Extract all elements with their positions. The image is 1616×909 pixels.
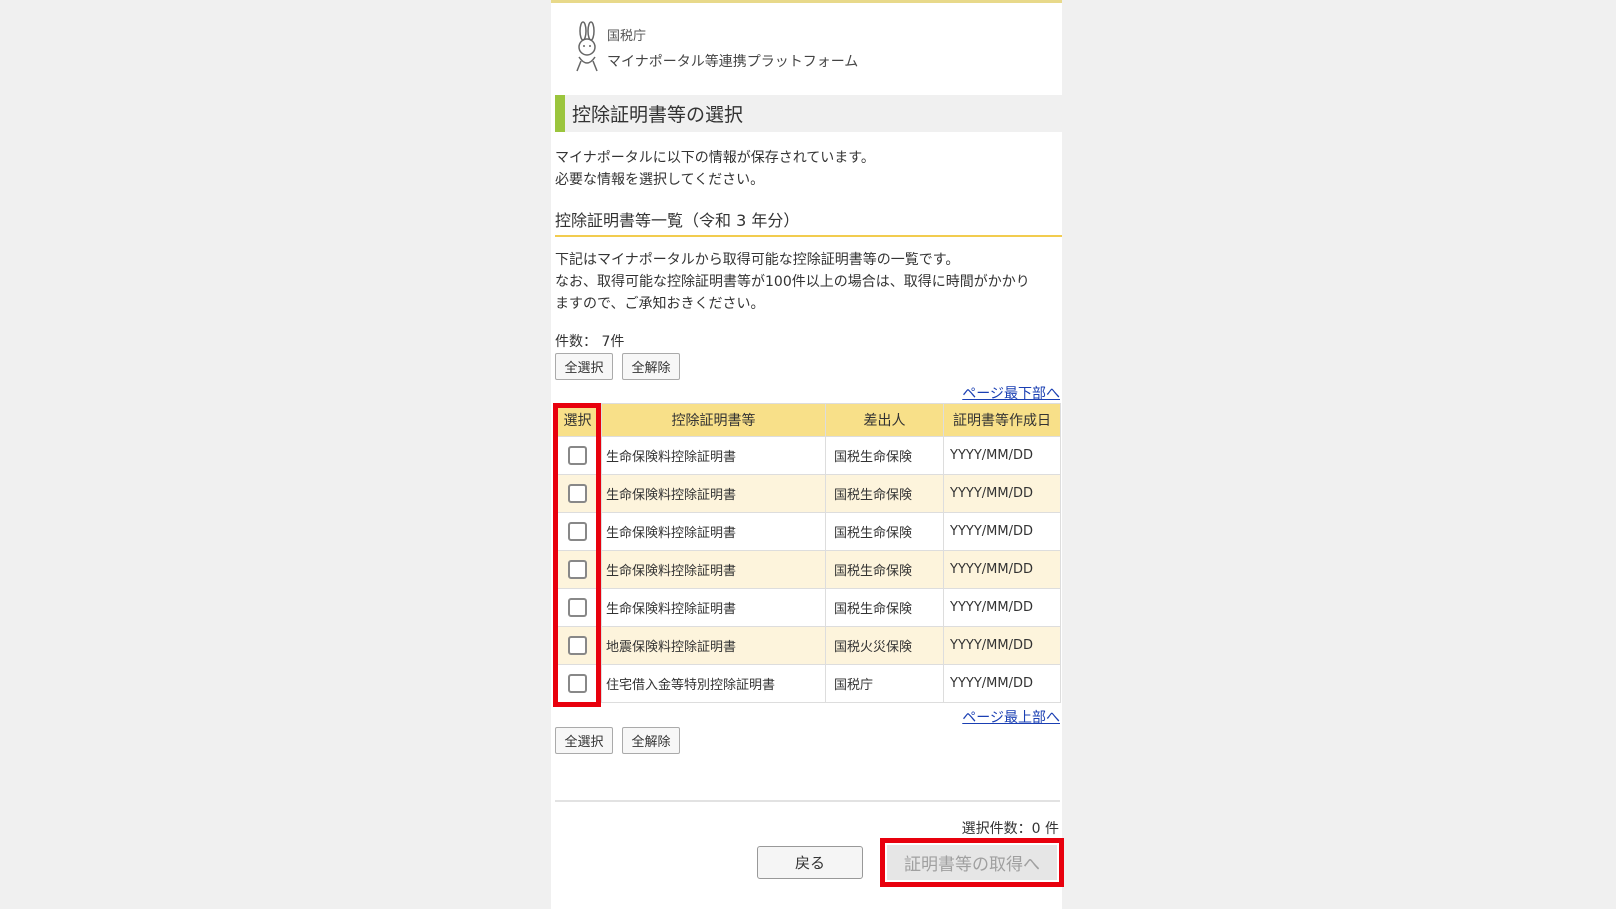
sender-name: 国税庁 — [825, 664, 944, 703]
row-checkbox[interactable] — [568, 674, 587, 693]
created-date: YYYY/MM/DD — [943, 436, 1061, 475]
description-line-2: なお、取得可能な控除証明書等が100件以上の場合は、取得に時間がかかり — [555, 274, 1030, 290]
sender-name: 国税生命保険 — [825, 512, 944, 551]
select-all-button-top[interactable]: 全選択 — [555, 353, 613, 380]
table-row: 生命保険料控除証明書 国税生命保険 YYYY/MM/DD — [553, 588, 1061, 627]
get-certificates-highlight: 証明書等の取得へ — [880, 838, 1064, 887]
title-accent — [555, 95, 565, 132]
document-name: 生命保険料控除証明書 — [601, 550, 826, 589]
list-description: 下記はマイナポータルから取得可能な控除証明書等の一覧です。 なお、取得可能な控除… — [555, 249, 1060, 315]
row-checkbox[interactable] — [568, 560, 587, 579]
created-date: YYYY/MM/DD — [943, 474, 1061, 513]
intro-text: マイナポータルに以下の情報が保存されています。 必要な情報を選択してください。 — [555, 147, 1055, 191]
deselect-all-button-top[interactable]: 全解除 — [622, 353, 680, 380]
footer-divider — [555, 800, 1060, 802]
description-line-3: ますので、ご承知おきください。 — [555, 296, 765, 312]
header-document: 控除証明書等 — [601, 403, 826, 437]
description-line-1: 下記はマイナポータルから取得可能な控除証明書等の一覧です。 — [555, 252, 960, 268]
created-date: YYYY/MM/DD — [943, 664, 1061, 703]
sender-name: 国税生命保険 — [825, 474, 944, 513]
list-heading: 控除証明書等一覧（令和 3 年分） — [555, 207, 1062, 237]
document-name: 地震保険料控除証明書 — [601, 626, 826, 665]
document-name: 生命保険料控除証明書 — [601, 436, 826, 475]
deselect-all-button-bottom[interactable]: 全解除 — [622, 727, 680, 754]
row-checkbox[interactable] — [568, 636, 587, 655]
document-name: 生命保険料控除証明書 — [601, 588, 826, 627]
header-sender: 差出人 — [825, 403, 944, 437]
created-date: YYYY/MM/DD — [943, 550, 1061, 589]
rabbit-mascot-icon — [576, 21, 598, 72]
row-checkbox[interactable] — [568, 446, 587, 465]
intro-line-1: マイナポータルに以下の情報が保存されています。 — [555, 150, 875, 166]
created-date: YYYY/MM/DD — [943, 588, 1061, 627]
selected-count: 選択件数：0 件 — [961, 821, 1059, 837]
item-count: 件数： 7件 — [555, 334, 625, 350]
sender-name: 国税生命保険 — [825, 588, 944, 627]
table-row: 生命保険料控除証明書 国税生命保険 YYYY/MM/DD — [553, 474, 1061, 513]
certificate-table: 選択 控除証明書等 差出人 証明書等作成日 生命保険料控除証明書 国税生命保険 … — [553, 403, 1061, 703]
created-date: YYYY/MM/DD — [943, 626, 1061, 665]
sender-name: 国税火災保険 — [825, 626, 944, 665]
row-checkbox[interactable] — [568, 484, 587, 503]
document-name: 生命保険料控除証明書 — [601, 474, 826, 513]
table-row: 生命保険料控除証明書 国税生命保険 YYYY/MM/DD — [553, 550, 1061, 589]
table-row: 生命保険料控除証明書 国税生命保険 YYYY/MM/DD — [553, 436, 1061, 475]
row-checkbox[interactable] — [568, 598, 587, 617]
header-select: 選択 — [553, 403, 602, 437]
select-all-button-bottom[interactable]: 全選択 — [555, 727, 613, 754]
main-panel: 国税庁 マイナポータル等連携プラットフォーム 控除証明書等の選択 マイナポータル… — [551, 0, 1064, 909]
intro-line-2: 必要な情報を選択してください。 — [555, 172, 765, 188]
row-checkbox[interactable] — [568, 522, 587, 541]
platform-name: マイナポータル等連携プラットフォーム — [607, 54, 859, 70]
sender-name: 国税生命保険 — [825, 550, 944, 589]
to-bottom-link[interactable]: ページ最下部へ — [962, 383, 1060, 403]
agency-name: 国税庁 — [607, 29, 647, 44]
page-title: 控除証明書等の選択 — [572, 104, 744, 126]
table-row: 生命保険料控除証明書 国税生命保険 YYYY/MM/DD — [553, 512, 1061, 551]
sender-name: 国税生命保険 — [825, 436, 944, 475]
table-header-row: 選択 控除証明書等 差出人 証明書等作成日 — [553, 403, 1061, 437]
document-name: 生命保険料控除証明書 — [601, 512, 826, 551]
table-row: 地震保険料控除証明書 国税火災保険 YYYY/MM/DD — [553, 626, 1061, 665]
header-date: 証明書等作成日 — [943, 403, 1061, 437]
created-date: YYYY/MM/DD — [943, 512, 1061, 551]
document-name: 住宅借入金等特別控除証明書 — [601, 664, 826, 703]
table-row: 住宅借入金等特別控除証明書 国税庁 YYYY/MM/DD — [553, 664, 1061, 703]
to-top-link[interactable]: ページ最上部へ — [962, 707, 1060, 727]
page-title-bar: 控除証明書等の選択 — [555, 95, 1062, 132]
get-certificates-button[interactable]: 証明書等の取得へ — [887, 845, 1057, 880]
back-button[interactable]: 戻る — [757, 846, 863, 879]
